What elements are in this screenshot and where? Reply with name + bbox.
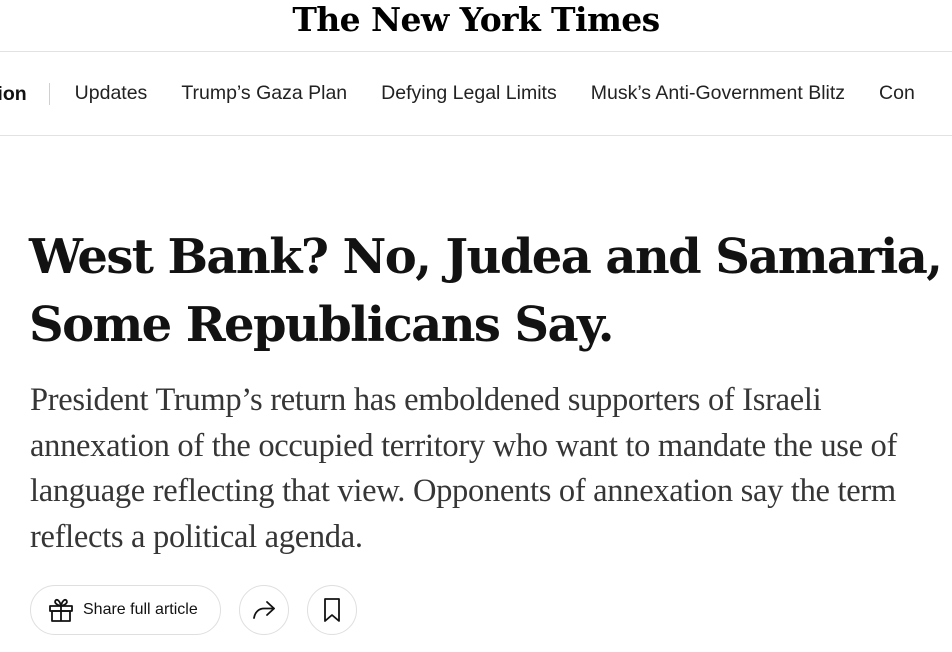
share-full-article-button[interactable]: Share full article [30,585,221,635]
nav-item-gaza-plan[interactable]: Trump’s Gaza Plan [181,82,347,105]
article-headline: West Bank? No, Judea and Samaria, Some R… [29,229,943,353]
nyt-logo[interactable]: The New York Times [292,0,660,39]
share-button-label: Share full article [83,601,198,618]
share-button[interactable] [239,585,289,635]
gift-icon [47,596,83,624]
bookmark-icon [321,596,343,624]
nav-item-legal-limits[interactable]: Defying Legal Limits [381,82,557,105]
article-summary: President Trump’s return has emboldened … [30,382,898,555]
section-nav: tration Updates Trump’s Gaza Plan Defyin… [0,52,952,136]
nav-item-updates[interactable]: Updates [75,82,148,105]
article-actions: Share full article [30,585,357,635]
nav-section-label[interactable]: tration [0,82,50,105]
nav-item-musk-blitz[interactable]: Musk’s Anti-Government Blitz [591,82,845,105]
article-page: The New York Times tration Updates Trump… [0,0,952,652]
nav-item-truncated[interactable]: Con [879,82,915,105]
save-button[interactable] [307,585,357,635]
share-arrow-icon [249,595,279,625]
masthead: The New York Times [0,0,952,52]
section-nav-inner: tration Updates Trump’s Gaza Plan Defyin… [0,52,949,135]
